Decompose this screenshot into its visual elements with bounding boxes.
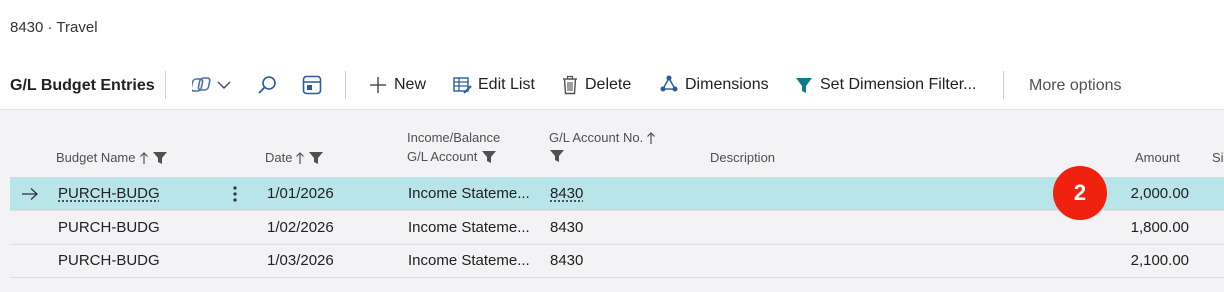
income-balance-header-line1: Income/Balance bbox=[407, 130, 501, 145]
table-row[interactable]: PURCH-BUDG 1/02/2026 Income Stateme... 8… bbox=[10, 211, 1224, 245]
page-header: 8430 · Travel bbox=[0, 0, 1224, 60]
budget-name-cell[interactable]: PURCH-BUDG bbox=[58, 252, 160, 269]
date-cell[interactable]: 1/03/2026 bbox=[267, 252, 334, 269]
more-options-button[interactable]: More options bbox=[1029, 77, 1122, 95]
description-header-label: Description bbox=[710, 150, 776, 165]
account-no-cell[interactable]: 8430 bbox=[550, 185, 583, 202]
filter-icon bbox=[482, 150, 497, 163]
account-no-cell[interactable]: 8430 bbox=[550, 252, 583, 269]
divider bbox=[1003, 71, 1004, 99]
amount-cell[interactable]: 1,800.00 bbox=[1131, 219, 1189, 236]
set-dimension-filter-label: Set Dimension Filter... bbox=[820, 76, 977, 93]
edit-list-icon bbox=[453, 77, 472, 94]
next-column-header-label: Si bbox=[1212, 150, 1224, 165]
sort-ascending-icon bbox=[296, 151, 305, 164]
budget-name-header-label: Budget Name bbox=[56, 150, 136, 165]
column-header-date[interactable]: Date bbox=[265, 150, 324, 165]
income-balance-header-line2: G/L Account bbox=[407, 149, 478, 164]
filter-icon bbox=[309, 151, 324, 164]
date-cell[interactable]: 1/02/2026 bbox=[267, 219, 334, 236]
divider bbox=[165, 71, 166, 99]
budget-name-cell[interactable]: PURCH-BUDG bbox=[58, 219, 160, 236]
column-header-income-balance[interactable]: Income/Balance G/L Account bbox=[407, 130, 500, 164]
column-header-description[interactable]: Description bbox=[710, 150, 775, 165]
column-header-amount[interactable]: Amount bbox=[1135, 150, 1180, 165]
step-badge: 2 bbox=[1053, 166, 1107, 220]
layout-icon bbox=[302, 75, 322, 95]
delete-label: Delete bbox=[585, 76, 632, 93]
action-bar: G/L Budget Entries New Edit List Delete … bbox=[0, 60, 1224, 110]
page-title: G/L Budget Entries bbox=[10, 77, 155, 94]
column-header-account-no[interactable]: G/L Account No. bbox=[549, 130, 657, 166]
new-label: New bbox=[394, 76, 427, 93]
column-header-next[interactable]: Si bbox=[1212, 150, 1224, 165]
amount-cell[interactable]: 2,100.00 bbox=[1131, 252, 1189, 269]
divider bbox=[345, 71, 346, 99]
table-row[interactable]: PURCH-BUDG 1/01/2026 Income Stateme... 8… bbox=[10, 177, 1224, 211]
amount-header-label: Amount bbox=[1135, 150, 1180, 165]
breadcrumb: 8430 · Travel bbox=[10, 19, 98, 36]
account-no-cell[interactable]: 8430 bbox=[550, 219, 583, 236]
date-cell[interactable]: 1/01/2026 bbox=[267, 185, 334, 202]
column-header-budget-name[interactable]: Budget Name bbox=[56, 150, 168, 165]
edit-list-label: Edit List bbox=[478, 76, 535, 93]
income-balance-cell[interactable]: Income Stateme... bbox=[408, 185, 530, 202]
search-button[interactable] bbox=[256, 72, 278, 98]
filter-icon bbox=[152, 151, 167, 164]
share-button[interactable] bbox=[192, 72, 232, 98]
new-button[interactable]: New bbox=[368, 72, 426, 98]
plus-icon bbox=[370, 77, 386, 93]
trash-icon bbox=[563, 75, 577, 95]
edit-list-button[interactable]: Edit List bbox=[452, 72, 535, 98]
share-icon bbox=[192, 77, 211, 92]
sort-ascending-icon bbox=[647, 131, 656, 144]
table-row[interactable]: PURCH-BUDG 1/03/2026 Income Stateme... 8… bbox=[10, 244, 1224, 278]
date-header-label: Date bbox=[265, 150, 293, 165]
filter-icon bbox=[550, 150, 564, 162]
dimensions-icon bbox=[660, 75, 678, 92]
account-no-header-label: G/L Account No. bbox=[549, 130, 644, 145]
arrow-right-icon bbox=[22, 188, 38, 200]
layout-button[interactable] bbox=[301, 72, 323, 98]
set-dimension-filter-button[interactable]: Set Dimension Filter... bbox=[794, 72, 977, 98]
chevron-down-icon bbox=[217, 81, 231, 90]
search-icon bbox=[258, 76, 276, 94]
income-balance-cell[interactable]: Income Stateme... bbox=[408, 219, 530, 236]
income-balance-cell[interactable]: Income Stateme... bbox=[408, 252, 530, 269]
budget-name-cell[interactable]: PURCH-BUDG bbox=[58, 185, 160, 202]
amount-cell[interactable]: 2,000.00 bbox=[1131, 185, 1189, 202]
sort-ascending-icon bbox=[139, 151, 148, 164]
more-vertical-icon[interactable] bbox=[232, 185, 238, 203]
dimensions-label: Dimensions bbox=[685, 76, 769, 93]
dimensions-button[interactable]: Dimensions bbox=[659, 72, 769, 98]
delete-button[interactable]: Delete bbox=[561, 72, 631, 98]
filter-icon bbox=[796, 78, 812, 93]
